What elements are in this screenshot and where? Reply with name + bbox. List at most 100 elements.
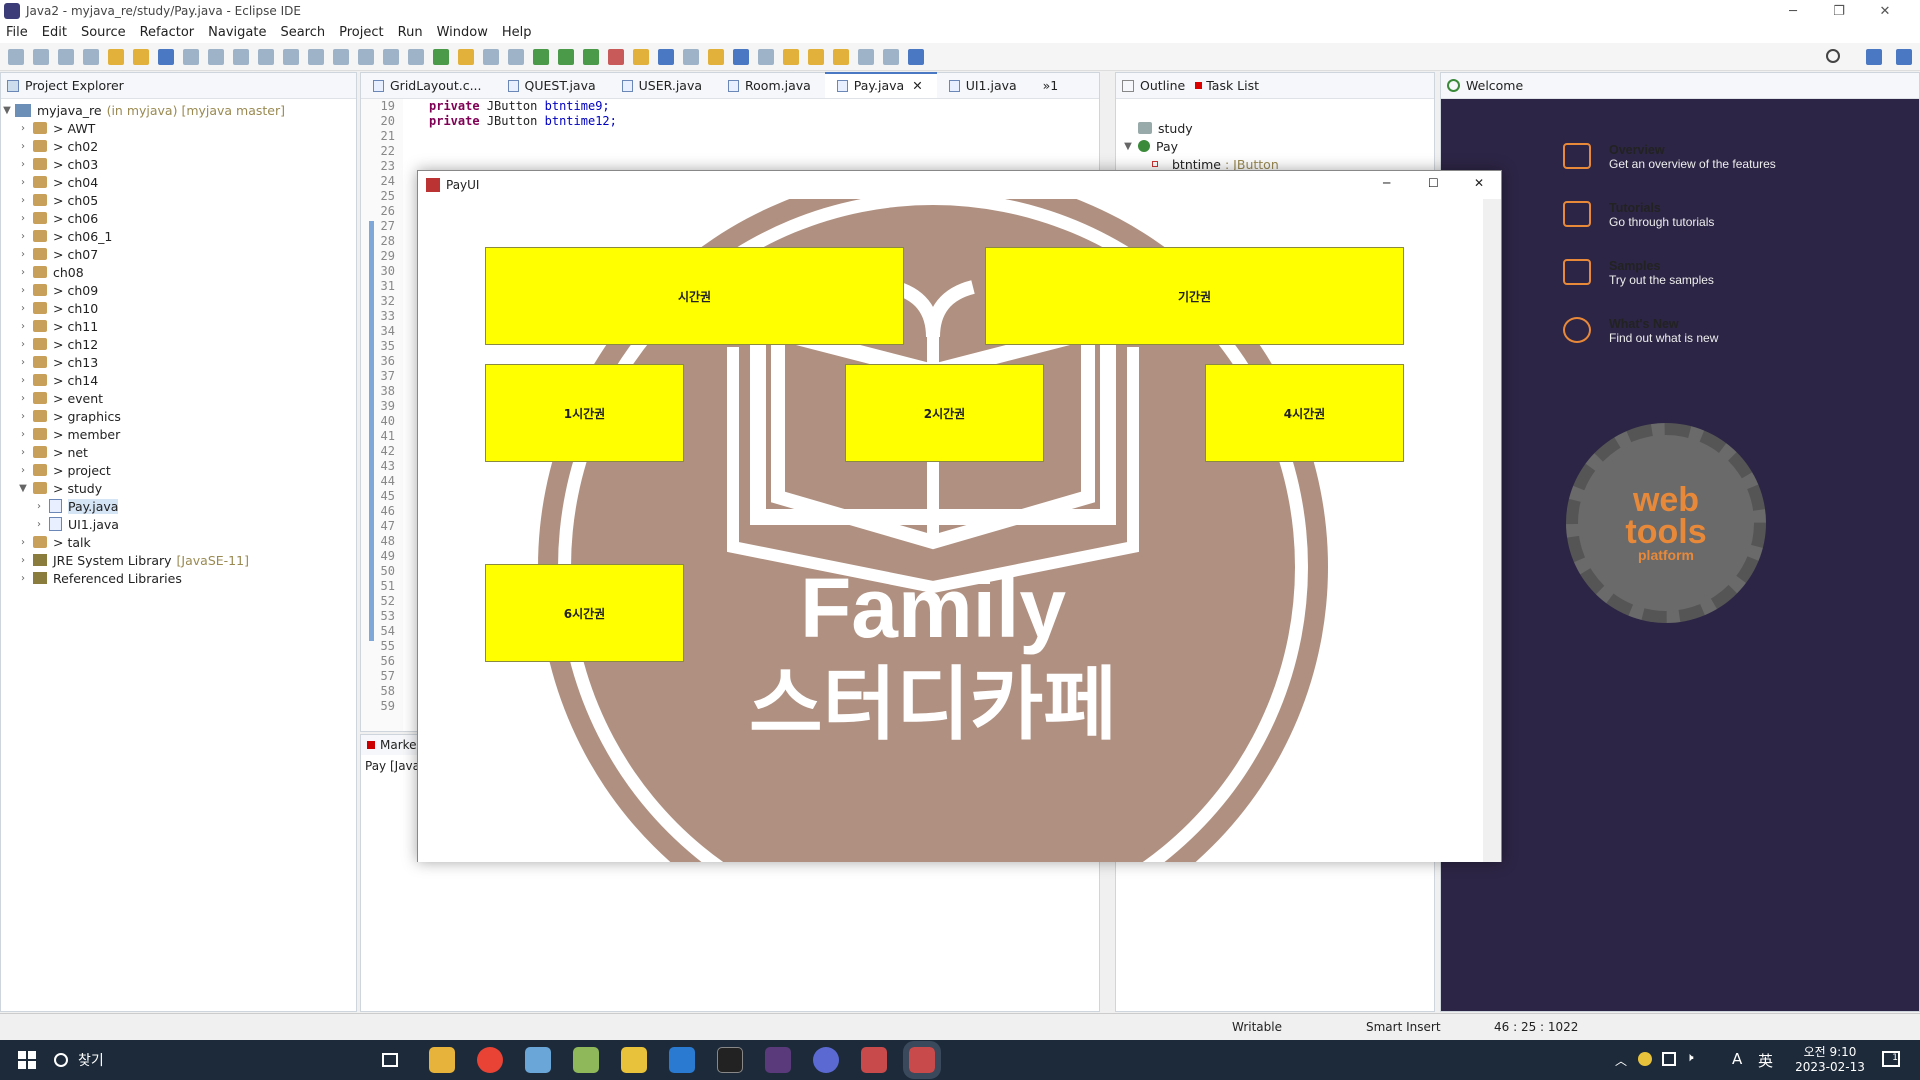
outline-package[interactable]: study <box>1122 119 1434 137</box>
menu-help[interactable]: Help <box>502 25 532 40</box>
tree-package-row[interactable]: › > ch04 <box>1 173 356 191</box>
language-indicator[interactable]: 英 <box>1758 1050 1773 1071</box>
tree-package-row[interactable]: › > ch12 <box>1 335 356 353</box>
taskbar-search-box[interactable]: 찾기 <box>78 1050 378 1070</box>
2-hour-pass-button[interactable]: 2시간권 <box>845 364 1044 462</box>
tree-package-row[interactable]: › > AWT <box>1 119 356 137</box>
payui-maximize-button[interactable]: ☐ <box>1428 176 1439 190</box>
disconnect-icon[interactable] <box>283 48 299 65</box>
volume-icon[interactable]: 🕨 <box>1686 1050 1694 1065</box>
step-return-icon[interactable] <box>358 48 374 65</box>
code-line[interactable]: private JButton btntime9; <box>429 99 617 114</box>
editor-tab[interactable]: Room.java <box>716 78 825 98</box>
open-task-icon[interactable] <box>758 48 774 65</box>
payui-scrollbar[interactable] <box>1483 199 1501 862</box>
chevron-right-icon[interactable]: › <box>17 357 29 368</box>
outline-tab[interactable]: Outline <box>1140 78 1185 93</box>
taskbar-clock[interactable]: 오전 9:10 2023-02-13 <box>1792 1043 1868 1074</box>
chevron-right-icon[interactable]: › <box>17 249 29 260</box>
chevron-right-icon[interactable]: › <box>17 555 29 566</box>
tree-referenced-libraries[interactable]: › Referenced Libraries <box>1 569 356 587</box>
java-perspective-icon[interactable] <box>1896 49 1912 65</box>
editor-tab[interactable]: USER.java <box>610 78 716 98</box>
windows-start-icon[interactable] <box>18 1051 36 1069</box>
save-all-icon[interactable] <box>58 48 74 65</box>
print-icon[interactable] <box>83 48 99 65</box>
tree-file-ui1[interactable]: › UI1.java <box>1 515 356 533</box>
chevron-right-icon[interactable]: › <box>17 429 29 440</box>
chevron-right-icon[interactable]: › <box>17 393 29 404</box>
chevron-right-icon[interactable]: › <box>17 213 29 224</box>
chevron-right-icon[interactable]: › <box>17 447 29 458</box>
chevron-right-icon[interactable]: › <box>17 231 29 242</box>
close-window-button[interactable]: ✕ <box>1862 0 1908 22</box>
drop-to-frame-icon[interactable] <box>383 48 399 65</box>
chevron-right-icon[interactable]: › <box>17 411 29 422</box>
notification-icon[interactable]: 1 <box>1882 1051 1900 1067</box>
undo-icon[interactable] <box>108 48 124 65</box>
chevron-right-icon[interactable]: › <box>17 285 29 296</box>
paint-icon[interactable] <box>573 1047 599 1073</box>
java-app-active-icon[interactable] <box>903 1041 941 1079</box>
menu-refactor[interactable]: Refactor <box>140 25 195 40</box>
resume-icon[interactable] <box>208 48 224 65</box>
4-hour-pass-button[interactable]: 4시간권 <box>1205 364 1404 462</box>
chevron-down-icon[interactable]: ▼ <box>17 483 29 494</box>
last-edit-location-icon[interactable] <box>833 48 849 65</box>
show-whitespace-icon[interactable] <box>508 48 524 65</box>
tree-project-row[interactable]: ▼ myjava_re (in myjava) [myjava master] <box>1 101 356 119</box>
discord-icon[interactable] <box>813 1047 839 1073</box>
tree-package-row[interactable]: › > project <box>1 461 356 479</box>
new-java-class-icon[interactable] <box>658 48 674 65</box>
terminal-app-icon[interactable] <box>717 1047 743 1073</box>
payui-minimize-button[interactable]: ─ <box>1383 176 1390 190</box>
step-into-icon[interactable] <box>308 48 324 65</box>
tree-package-row[interactable]: › > ch07 <box>1 245 356 263</box>
tree-package-row[interactable]: › > ch05 <box>1 191 356 209</box>
editor-tab[interactable]: QUEST.java <box>496 78 610 98</box>
menu-file[interactable]: File <box>6 25 28 40</box>
vscode-icon[interactable] <box>669 1047 695 1073</box>
welcome-item-whats-new[interactable]: What's New Find out what is new <box>1563 317 1776 345</box>
run-last-tool-icon[interactable] <box>583 48 599 65</box>
file-explorer-icon[interactable] <box>429 1047 455 1073</box>
forward-icon[interactable] <box>883 48 899 65</box>
open-perspective-icon[interactable] <box>1866 49 1882 65</box>
chevron-right-icon[interactable]: › <box>17 141 29 152</box>
chevron-right-icon[interactable]: › <box>17 303 29 314</box>
tree-package-study[interactable]: ▼ > study <box>1 479 356 497</box>
toggle-mark-occurrences-icon[interactable] <box>458 48 474 65</box>
chevron-right-icon[interactable]: › <box>17 159 29 170</box>
editor-tab[interactable]: GridLayout.c... <box>361 78 496 98</box>
code-line[interactable]: private JButton btntime12; <box>429 114 617 129</box>
use-step-filters-icon[interactable] <box>408 48 424 65</box>
kakaotalk-tray-icon[interactable] <box>1638 1052 1652 1066</box>
new-icon[interactable] <box>8 48 24 65</box>
chevron-down-icon[interactable]: ▼ <box>1 105 13 116</box>
chevron-right-icon[interactable]: › <box>33 519 45 530</box>
welcome-item-overview[interactable]: Overview Get an overview of the features <box>1563 143 1776 171</box>
tree-package-row[interactable]: › > ch11 <box>1 317 356 335</box>
ime-mode-indicator[interactable]: A <box>1732 1050 1742 1068</box>
task-view-icon[interactable] <box>382 1053 398 1067</box>
coverage-icon[interactable] <box>433 48 449 65</box>
tree-package-talk[interactable]: › > talk <box>1 533 356 551</box>
tree-package-row[interactable]: › > ch13 <box>1 353 356 371</box>
chevron-right-icon[interactable]: › <box>17 339 29 350</box>
welcome-tab[interactable]: Welcome <box>1466 78 1523 93</box>
run-icon[interactable] <box>558 48 574 65</box>
chevron-right-icon[interactable]: › <box>33 501 45 512</box>
external-tools-icon[interactable] <box>608 48 624 65</box>
chevron-right-icon[interactable]: › <box>17 537 29 548</box>
tree-jre-library[interactable]: › JRE System Library [JavaSE-11] <box>1 551 356 569</box>
new-java-package-icon[interactable] <box>633 48 649 65</box>
menu-run[interactable]: Run <box>398 25 423 40</box>
editor-tab[interactable]: UI1.java <box>937 78 1031 98</box>
chevron-right-icon[interactable]: › <box>17 177 29 188</box>
step-over-icon[interactable] <box>333 48 349 65</box>
minimize-button[interactable]: ─ <box>1770 0 1816 22</box>
tree-package-row[interactable]: › > ch10 <box>1 299 356 317</box>
app-icon[interactable] <box>525 1047 551 1073</box>
period-pass-button[interactable]: 기간권 <box>985 247 1404 345</box>
menu-source[interactable]: Source <box>81 25 126 40</box>
